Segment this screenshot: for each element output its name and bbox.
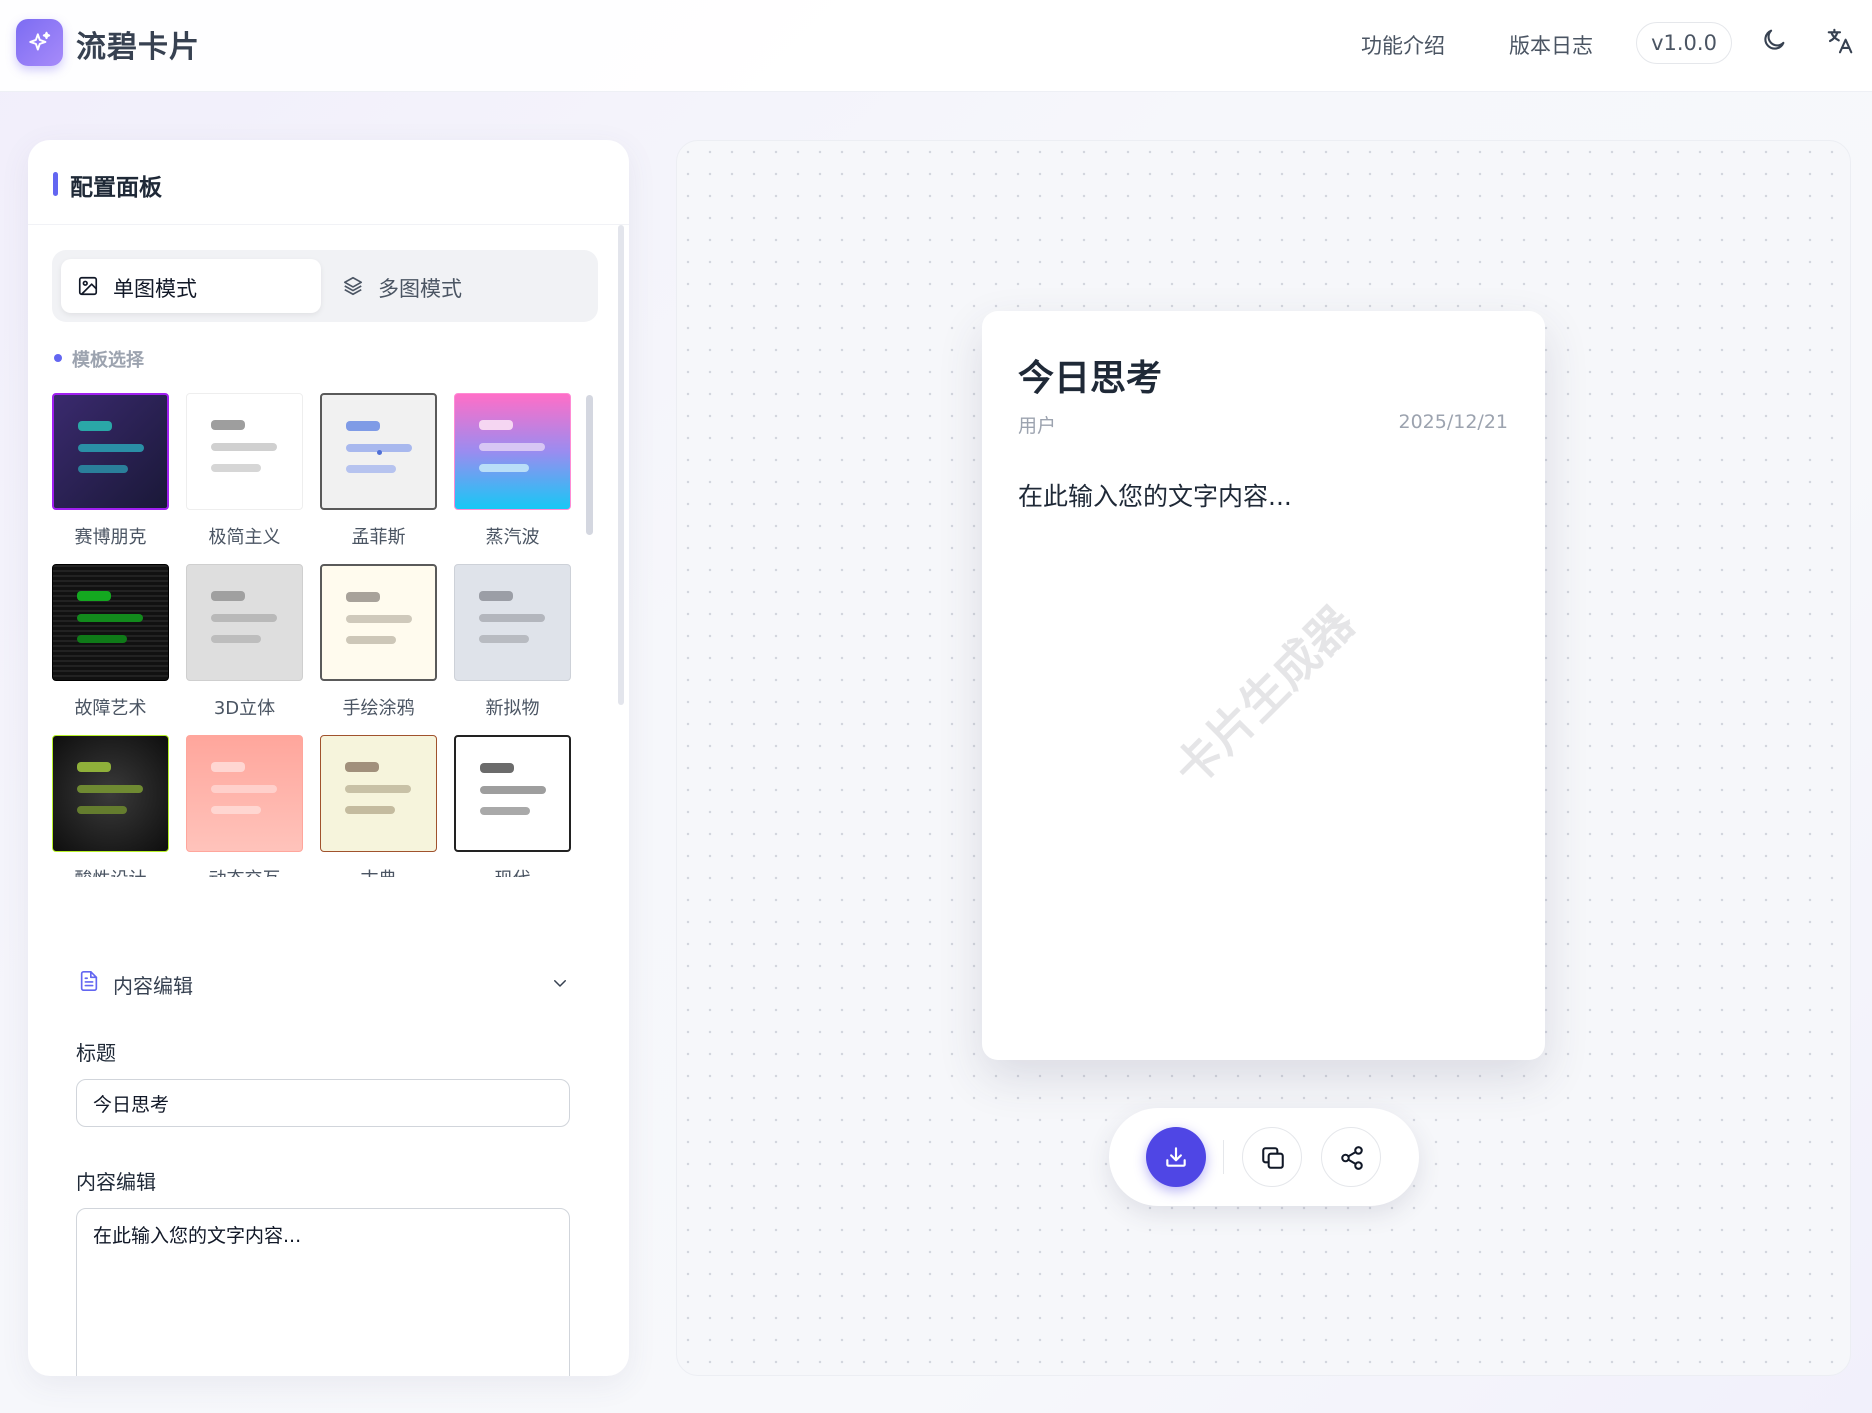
image-icon	[78, 276, 98, 296]
title-input[interactable]	[76, 1079, 570, 1127]
template-thumbnail[interactable]	[52, 564, 169, 681]
template-name: 极简主义	[208, 527, 281, 548]
template-name: 古典	[320, 865, 437, 877]
template-name: 现代	[454, 865, 571, 877]
template-name: 赛博朋克	[74, 527, 147, 548]
sparkles-logo-icon[interactable]	[16, 19, 63, 66]
action-divider	[1223, 1140, 1224, 1174]
template-name: 新拟物	[485, 698, 540, 719]
template-thumbnail[interactable]	[320, 393, 437, 510]
template-name: 孟菲斯	[351, 527, 406, 548]
tab-label: 单图模式	[113, 277, 197, 301]
download-button[interactable]	[1146, 1127, 1206, 1187]
template-thumbnail[interactable]	[454, 735, 571, 852]
template-thumbnail[interactable]	[454, 393, 571, 510]
panel-scrollbar[interactable]	[618, 225, 624, 705]
template-thumbnail[interactable]	[186, 393, 303, 510]
template-grid: 赛博朋克 极简主义 孟菲斯 蒸汽波 故障艺术 3D立体 手绘涂鸦 新拟物	[52, 393, 597, 877]
copy-button[interactable]	[1242, 1127, 1302, 1187]
template-name: 蒸汽波	[485, 527, 540, 548]
layers-icon	[343, 276, 363, 296]
card-title: 今日思考	[1018, 358, 1163, 399]
template-section-label: 模板选择	[72, 350, 144, 371]
file-text-icon	[80, 971, 98, 991]
content-textarea[interactable]: 在此输入您的文字内容...	[76, 1208, 570, 1376]
card-author: 用户	[1018, 415, 1057, 437]
top-header: 流碧卡片 功能介绍 版本日志 v1.0.0	[0, 0, 1872, 92]
panel-title: 配置面板	[70, 175, 162, 201]
copy-icon	[1262, 1147, 1284, 1169]
card-action-bar	[1109, 1108, 1419, 1206]
translate-icon[interactable]	[1825, 26, 1855, 56]
panel-header: 配置面板	[28, 140, 629, 225]
moon-icon[interactable]	[1760, 26, 1790, 56]
card-date: 2025/12/21	[1398, 411, 1508, 433]
chevron-down-icon[interactable]	[551, 974, 569, 992]
tab-multi-image-mode[interactable]: 多图模式	[326, 259, 586, 313]
panel-accent-bar	[53, 172, 58, 196]
template-thumbnail[interactable]	[186, 735, 303, 852]
template-thumbnail[interactable]	[52, 735, 169, 852]
template-name: 3D立体	[213, 698, 276, 719]
template-thumbnail[interactable]	[186, 564, 303, 681]
section-dot	[54, 354, 62, 362]
share-icon	[1341, 1146, 1363, 1170]
mode-tabs: 单图模式 多图模式	[52, 250, 598, 322]
content-label: 内容编辑	[76, 1170, 156, 1194]
share-button[interactable]	[1321, 1127, 1381, 1187]
template-name: 酸性设计	[52, 865, 169, 877]
card-watermark: 卡片生成器	[1163, 595, 1365, 797]
template-name: 动态交互	[186, 865, 303, 877]
template-name: 手绘涂鸦	[342, 698, 415, 719]
tab-single-image-mode[interactable]: 单图模式	[61, 259, 321, 313]
config-panel: 配置面板 单图模式 多图模式 模板选择 赛博朋克 极简主义 孟菲斯 蒸汽波 故障…	[28, 140, 629, 1376]
template-thumbnail[interactable]	[454, 564, 571, 681]
download-icon	[1166, 1147, 1186, 1167]
template-grid-scrollbar[interactable]	[586, 395, 593, 535]
app-title: 流碧卡片	[76, 30, 200, 65]
title-label: 标题	[76, 1041, 116, 1065]
nav-changelog-link[interactable]: 版本日志	[1509, 30, 1593, 60]
preview-card: 今日思考 用户 2025/12/21 在此输入您的文字内容... 卡片生成器	[982, 311, 1545, 1060]
content-section-title[interactable]: 内容编辑	[113, 970, 193, 999]
tab-label: 多图模式	[378, 277, 462, 301]
version-badge[interactable]: v1.0.0	[1636, 22, 1732, 64]
template-name: 故障艺术	[74, 698, 147, 719]
card-body: 在此输入您的文字内容...	[1018, 482, 1292, 511]
template-thumbnail[interactable]	[320, 564, 437, 681]
template-thumbnail[interactable]	[320, 735, 437, 852]
nav-features-link[interactable]: 功能介绍	[1361, 30, 1445, 60]
template-thumbnail[interactable]	[52, 393, 169, 510]
